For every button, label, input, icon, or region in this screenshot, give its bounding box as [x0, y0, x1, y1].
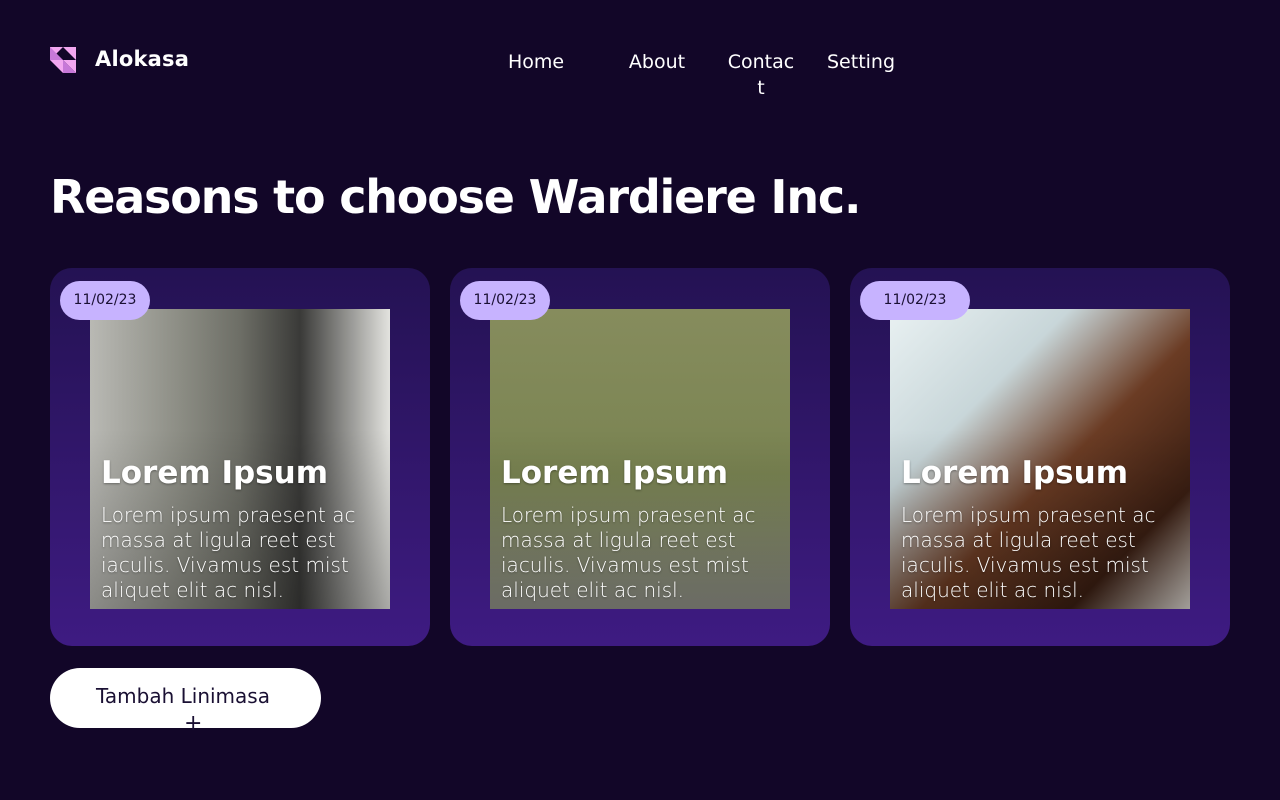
page-title: Reasons to choose Wardiere Inc.	[50, 170, 861, 224]
date-badge: 11/02/23	[860, 281, 970, 320]
nav-item-contact[interactable]: Contact	[726, 49, 796, 101]
page: Alokasa Home About Contact Setting Reaso…	[0, 0, 1280, 800]
date-badge: 11/02/23	[460, 281, 550, 320]
nav-item-about[interactable]: About	[627, 49, 687, 75]
date-badge: 11/02/23	[60, 281, 150, 320]
card-description: Lorem ipsum praesent ac massa at ligula …	[101, 503, 356, 602]
card-description: Lorem ipsum praesent ac massa at ligula …	[901, 503, 1156, 602]
plus-icon: +	[184, 711, 203, 736]
alokasa-logo-icon[interactable]	[50, 47, 77, 74]
reason-card: 11/02/23 Lorem Ipsum Lorem ipsum praesen…	[850, 268, 1230, 646]
reason-card: 11/02/23 Lorem Ipsum Lorem ipsum praesen…	[50, 268, 430, 646]
add-timeline-button[interactable]: Tambah Linimasa +	[50, 668, 321, 735]
reason-card: 11/02/23 Lorem Ipsum Lorem ipsum praesen…	[450, 268, 830, 646]
card-title: Lorem Ipsum	[901, 455, 1129, 491]
nav-item-home[interactable]: Home	[506, 49, 566, 75]
add-timeline-label: Tambah Linimasa	[96, 684, 270, 708]
nav-item-setting[interactable]: Setting	[827, 49, 895, 75]
brand-name[interactable]: Alokasa	[95, 47, 189, 71]
card-title: Lorem Ipsum	[501, 455, 729, 491]
card-title: Lorem Ipsum	[101, 455, 329, 491]
card-description: Lorem ipsum praesent ac massa at ligula …	[501, 503, 756, 602]
